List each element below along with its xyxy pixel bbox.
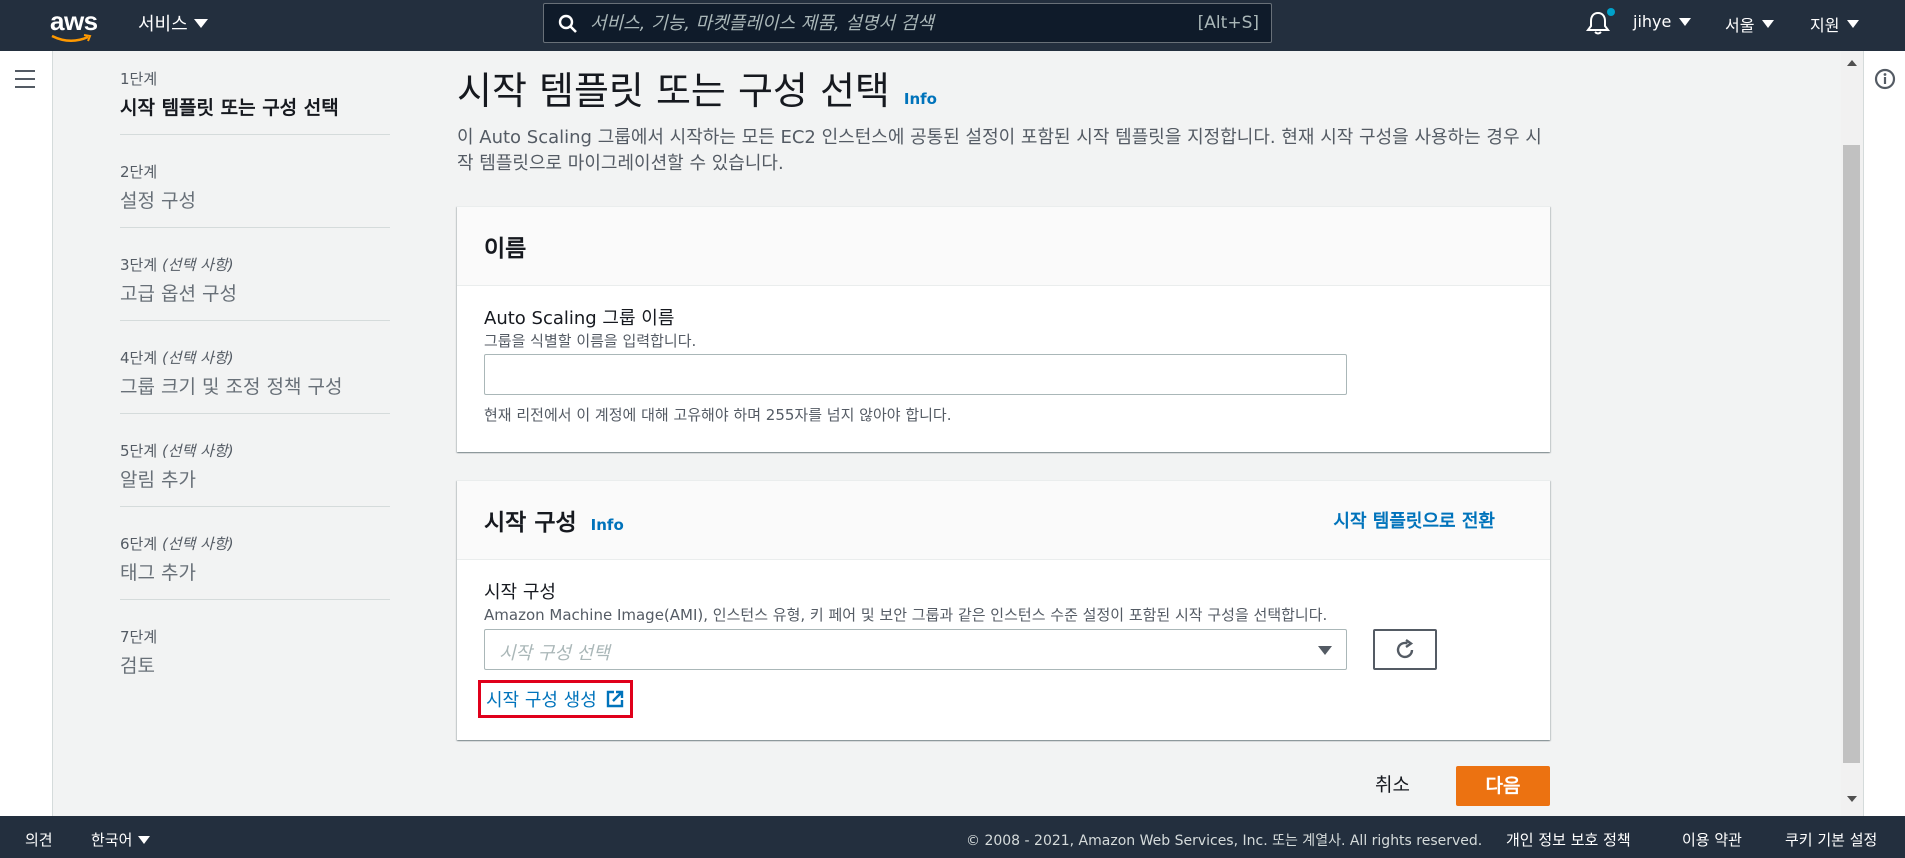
group-name-description: 그룹을 식별할 이름을 입력합니다. <box>484 332 697 350</box>
caret-down-icon <box>1318 646 1332 655</box>
switch-to-launch-template-button[interactable]: 시작 템플릿으로 전환 <box>1333 507 1495 533</box>
group-name-hint: 현재 리전에서 이 계정에 대해 고유해야 하며 255자를 넘지 않아야 합니… <box>484 406 952 424</box>
cookie-preferences-link[interactable]: 쿠키 기본 설정 <box>1785 829 1877 850</box>
search-input[interactable] <box>590 4 1170 42</box>
caret-down-icon <box>1679 17 1692 26</box>
hamburger-menu-icon[interactable] <box>15 70 35 94</box>
page-description: 이 Auto Scaling 그룹에서 시작하는 모든 EC2 인스턴스에 공통… <box>457 127 1542 174</box>
step-title: 시작 템플릿 또는 구성 선택 <box>120 97 339 119</box>
step-optional: (선택 사항) <box>161 442 234 460</box>
main-content: 시작 템플릿 또는 구성 선택 Info 이 Auto Scaling 그룹에서… <box>457 60 1550 740</box>
region-menu[interactable]: 서울 <box>1725 12 1775 36</box>
wizard-steps: 1단계 시작 템플릿 또는 구성 선택 2단계 설정 구성 3단계 (선택 사항… <box>120 68 390 718</box>
launch-configuration-card: 시작 구성 Info 시작 템플릿으로 전환 시작 구성 Amazon Mach… <box>457 480 1550 740</box>
launch-info-link[interactable]: Info <box>591 516 624 534</box>
step-number: 1단계 <box>120 70 158 88</box>
caret-down-icon <box>138 836 151 844</box>
step-title: 태그 추가 <box>120 562 196 584</box>
caret-down-icon <box>193 18 208 28</box>
next-button[interactable]: 다음 <box>1456 766 1550 806</box>
launch-configuration-label: 시작 구성 <box>484 582 556 603</box>
notifications-bell-icon[interactable] <box>1586 10 1610 36</box>
notification-badge <box>1607 8 1615 16</box>
name-card-header: 이름 <box>457 207 1550 286</box>
launch-card-title-text: 시작 구성 <box>484 510 577 536</box>
step-title: 그룹 크기 및 조정 정책 구성 <box>120 376 343 398</box>
scroll-thumb[interactable] <box>1843 145 1860 763</box>
group-name-label: Auto Scaling 그룹 이름 <box>484 308 675 329</box>
cancel-button[interactable]: 취소 <box>1375 770 1410 797</box>
side-navigation-strip <box>0 51 53 816</box>
search-bar: [Alt+S] <box>543 3 1272 43</box>
step-number: 3단계 (선택 사항) <box>120 256 234 274</box>
name-card: 이름 Auto Scaling 그룹 이름 그룹을 식별할 이름을 입력합니다.… <box>457 206 1550 452</box>
step-number: 5단계 (선택 사항) <box>120 442 234 460</box>
caret-down-icon <box>1847 20 1860 28</box>
help-panel-strip <box>1863 51 1905 816</box>
step-title: 알림 추가 <box>120 469 196 491</box>
step-optional: (선택 사항) <box>161 256 234 274</box>
support-menu[interactable]: 지원 <box>1810 12 1860 36</box>
refresh-icon <box>1396 638 1414 658</box>
search-icon <box>558 14 577 33</box>
step-number: 2단계 <box>120 163 158 181</box>
region-label: 서울 <box>1725 16 1755 35</box>
language-selector[interactable]: 한국어 <box>91 829 151 850</box>
step-number: 6단계 (선택 사항) <box>120 535 234 553</box>
launch-card-header: 시작 구성 Info 시작 템플릿으로 전환 <box>457 481 1550 560</box>
external-link-icon <box>606 690 624 708</box>
terms-link[interactable]: 이용 약관 <box>1682 829 1742 850</box>
aws-smile-icon <box>51 34 92 42</box>
aws-logo-text: aws <box>50 6 98 36</box>
select-placeholder: 시작 구성 선택 <box>499 643 610 664</box>
page-title: 시작 템플릿 또는 구성 선택 Info <box>457 60 1550 115</box>
language-label: 한국어 <box>91 831 133 849</box>
page-info-link[interactable]: Info <box>904 90 937 108</box>
wizard-step-6[interactable]: 6단계 (선택 사항) 태그 추가 <box>120 533 390 600</box>
step-title: 설정 구성 <box>120 190 196 212</box>
user-label: jihye <box>1633 12 1672 31</box>
launch-configuration-description: Amazon Machine Image(AMI), 인스턴스 유형, 키 페어… <box>484 606 1328 624</box>
step-number: 4단계 (선택 사항) <box>120 349 234 367</box>
wizard-step-1[interactable]: 1단계 시작 템플릿 또는 구성 선택 <box>120 68 390 135</box>
step-optional: (선택 사항) <box>161 349 234 367</box>
scroll-up-arrow-icon[interactable] <box>1847 60 1857 66</box>
scroll-down-arrow-icon[interactable] <box>1847 796 1857 802</box>
services-menu[interactable]: 서비스 <box>138 10 208 36</box>
wizard-step-3[interactable]: 3단계 (선택 사항) 고급 옵션 구성 <box>120 254 390 321</box>
step-title: 검토 <box>120 655 155 677</box>
footer: 의견 한국어 © 2008 - 2021, Amazon Web Service… <box>0 816 1905 858</box>
wizard-step-2[interactable]: 2단계 설정 구성 <box>120 161 390 228</box>
step-optional: (선택 사항) <box>161 535 234 553</box>
wizard-step-5[interactable]: 5단계 (선택 사항) 알림 추가 <box>120 440 390 507</box>
top-navigation: aws 서비스 [Alt+S] jihye 서울 지원 <box>0 0 1905 51</box>
page-title-text: 시작 템플릿 또는 구성 선택 <box>457 69 890 113</box>
search-shortcut: [Alt+S] <box>1197 13 1259 33</box>
caret-down-icon <box>1762 20 1775 28</box>
page-scrollbar[interactable] <box>1841 51 1863 816</box>
services-label: 서비스 <box>138 14 188 35</box>
step-title: 고급 옵션 구성 <box>120 283 237 305</box>
wizard-step-4[interactable]: 4단계 (선택 사항) 그룹 크기 및 조정 정책 구성 <box>120 347 390 414</box>
privacy-policy-link[interactable]: 개인 정보 보호 정책 <box>1506 829 1631 850</box>
info-circle-icon[interactable] <box>1873 67 1897 91</box>
group-name-input[interactable] <box>484 354 1347 395</box>
feedback-link[interactable]: 의견 <box>25 829 53 850</box>
refresh-button[interactable] <box>1373 629 1437 670</box>
step-number: 7단계 <box>120 628 158 646</box>
aws-logo[interactable]: aws <box>46 4 98 44</box>
user-menu[interactable]: jihye <box>1633 12 1692 31</box>
support-label: 지원 <box>1810 16 1840 35</box>
copyright-text: © 2008 - 2021, Amazon Web Services, Inc.… <box>966 833 1483 849</box>
wizard-step-7[interactable]: 7단계 검토 <box>120 626 390 692</box>
create-link-text: 시작 구성 생성 <box>486 690 597 711</box>
launch-card-title: 시작 구성 Info <box>484 503 624 537</box>
name-card-title: 이름 <box>484 236 527 262</box>
create-launch-configuration-link[interactable]: 시작 구성 생성 <box>478 680 633 718</box>
launch-configuration-select[interactable]: 시작 구성 선택 <box>484 629 1347 670</box>
